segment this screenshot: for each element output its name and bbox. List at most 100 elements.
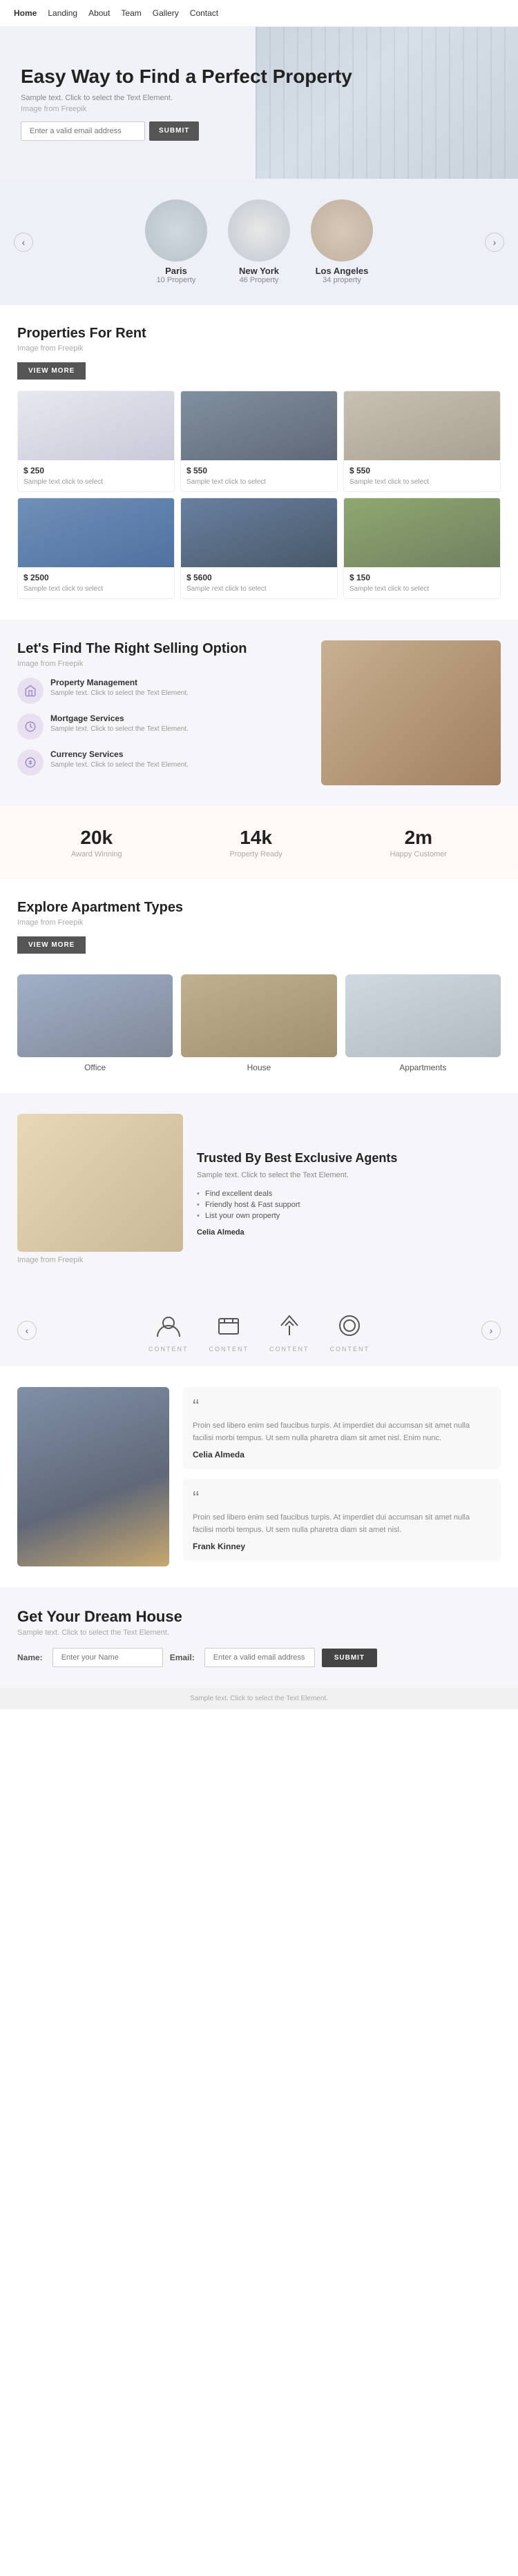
selling-left: Let's Find The Right Selling Option Imag… [17, 640, 307, 785]
property-card-5[interactable]: $ 5600 Sample rext click to select [180, 498, 338, 599]
nav-landing[interactable]: Landing [48, 8, 77, 18]
trusted-desc: Sample text. Click to select the Text El… [197, 1170, 397, 1181]
cities-prev-button[interactable]: ‹ [14, 233, 33, 252]
logo-1: CONTENT [148, 1308, 189, 1353]
property-card-4[interactable]: $ 2500 Sample text click to select [17, 498, 175, 599]
apt-house-img [181, 974, 336, 1057]
logo-2: CONTENT [209, 1308, 249, 1353]
logo-label-2: CONTENT [209, 1346, 249, 1353]
property-img-6 [344, 498, 500, 567]
property-price-2: $ 550 [186, 466, 332, 475]
logos-list: CONTENT CONTENT CONTENT [37, 1308, 481, 1353]
property-desc-3: Sample text click to select [349, 478, 495, 486]
quote-mark-2: “ [193, 1488, 491, 1508]
nav-about[interactable]: About [88, 8, 110, 18]
explore-image-from: Image from Freepik [17, 918, 501, 927]
hero-text: Easy Way to Find a Perfect Property Samp… [21, 65, 497, 141]
stat-property-label: Property Ready [229, 850, 282, 858]
city-losangeles-image [311, 199, 373, 262]
footer: Sample text. Click to select the Text El… [0, 1688, 518, 1709]
property-price-1: $ 250 [23, 466, 169, 475]
city-losangeles-name: Los Angeles [311, 266, 373, 276]
stat-customer-value: 2m [390, 827, 448, 849]
apt-house[interactable]: House [181, 974, 336, 1072]
logo-label-3: CONTENT [269, 1346, 309, 1353]
trusted-author: Celia Almeda [197, 1228, 397, 1237]
testimonials-house-img [17, 1387, 169, 1566]
logo-icon-4 [332, 1308, 367, 1343]
apt-apartments[interactable]: Appartments [345, 974, 501, 1072]
hero-form: SUBMIT [21, 121, 497, 141]
logos-prev-button[interactable]: ‹ [17, 1321, 37, 1340]
property-desc-4: Sample text click to select [23, 585, 169, 593]
logo-label-1: CONTENT [148, 1346, 189, 1353]
apt-grid: Office House Appartments [17, 974, 501, 1072]
property-price-3: $ 550 [349, 466, 495, 475]
stat-award: 20k Award Winning [71, 827, 122, 858]
cities-section: ‹ Paris 10 Property New York 46 Property… [0, 179, 518, 305]
property-desc-6: Sample text click to select [349, 585, 495, 593]
properties-rent-section: Properties For Rent Image from Freepik V… [0, 305, 518, 620]
property-card-6[interactable]: $ 150 Sample text click to select [343, 498, 501, 599]
nav-contact[interactable]: Contact [190, 8, 218, 18]
logo-icon-2 [211, 1308, 246, 1343]
trusted-image-from: Image from Freepik [17, 1256, 183, 1264]
apt-house-name: House [181, 1063, 336, 1072]
hero-email-input[interactable] [21, 121, 145, 141]
trusted-list-item-2: Friendly host & Fast support [197, 1199, 397, 1210]
nav-home[interactable]: Home [14, 8, 37, 18]
dream-section: Get Your Dream House Sample text. Click … [0, 1587, 518, 1688]
properties-rent-view-more[interactable]: VIEW MORE [17, 362, 86, 380]
nav-team[interactable]: Team [121, 8, 141, 18]
logo-4: CONTENT [330, 1308, 370, 1353]
apt-office-name: Office [17, 1063, 173, 1072]
hero-sample-text: Sample text. Click to select the Text El… [21, 94, 497, 102]
cities-list: Paris 10 Property New York 46 Property L… [33, 199, 485, 284]
apt-apartments-name: Appartments [345, 1063, 501, 1072]
logos-next-button[interactable]: › [481, 1321, 501, 1340]
service-currency-name: Currency Services [50, 749, 189, 759]
city-newyork-image [228, 199, 290, 262]
dream-email-input[interactable] [204, 1648, 315, 1667]
navbar: Home Landing About Team Gallery Contact [0, 0, 518, 27]
stat-property: 14k Property Ready [229, 827, 282, 858]
property-mgmt-icon [17, 678, 44, 704]
cities-next-button[interactable]: › [485, 233, 504, 252]
nav-gallery[interactable]: Gallery [153, 8, 179, 18]
stat-award-label: Award Winning [71, 850, 122, 858]
testimonials-section: “ Proin sed libero enim sed faucibus tur… [0, 1366, 518, 1587]
property-card-2[interactable]: $ 550 Sample text click to select [180, 391, 338, 492]
property-card-1[interactable]: $ 250 Sample text click to select [17, 391, 175, 492]
trusted-image: Image from Freepik [17, 1114, 183, 1274]
service-property-mgmt-desc: Sample text. Click to select the Text El… [50, 689, 189, 698]
review-text-2: Proin sed libero enim sed faucibus turpi… [193, 1512, 491, 1536]
city-newyork: New York 46 Property [228, 199, 290, 284]
property-body-1: $ 250 Sample text click to select [18, 460, 174, 491]
logo-icon-3 [272, 1308, 307, 1343]
currency-icon [17, 749, 44, 776]
city-paris: Paris 10 Property [145, 199, 207, 284]
reviewer-name-2: Frank Kinney [193, 1542, 491, 1551]
property-desc-5: Sample rext click to select [186, 585, 332, 593]
service-mortgage-name: Mortgage Services [50, 714, 189, 723]
dream-submit-button[interactable]: SUBMIT [322, 1649, 377, 1667]
city-paris-image [145, 199, 207, 262]
property-desc-2: Sample text click to select [186, 478, 332, 486]
properties-rent-title: Properties For Rent [17, 326, 501, 342]
dream-name-input[interactable] [52, 1648, 163, 1667]
testimonials-image [17, 1387, 169, 1566]
selling-right-image [321, 640, 501, 785]
city-losangeles: Los Angeles 34 property [311, 199, 373, 284]
apt-office[interactable]: Office [17, 974, 173, 1072]
stat-award-value: 20k [71, 827, 122, 849]
review-card-1: “ Proin sed libero enim sed faucibus tur… [183, 1387, 501, 1469]
hero-submit-button[interactable]: SUBMIT [149, 121, 199, 141]
trusted-text: Trusted By Best Exclusive Agents Sample … [197, 1151, 397, 1237]
service-property-mgmt-text: Property Management Sample text. Click t… [50, 678, 189, 698]
explore-view-more[interactable]: VIEW MORE [17, 936, 86, 954]
city-paris-name: Paris [145, 266, 207, 276]
property-price-6: $ 150 [349, 573, 495, 582]
service-currency-text: Currency Services Sample text. Click to … [50, 749, 189, 770]
logo-label-4: CONTENT [330, 1346, 370, 1353]
property-card-3[interactable]: $ 550 Sample text click to select [343, 391, 501, 492]
